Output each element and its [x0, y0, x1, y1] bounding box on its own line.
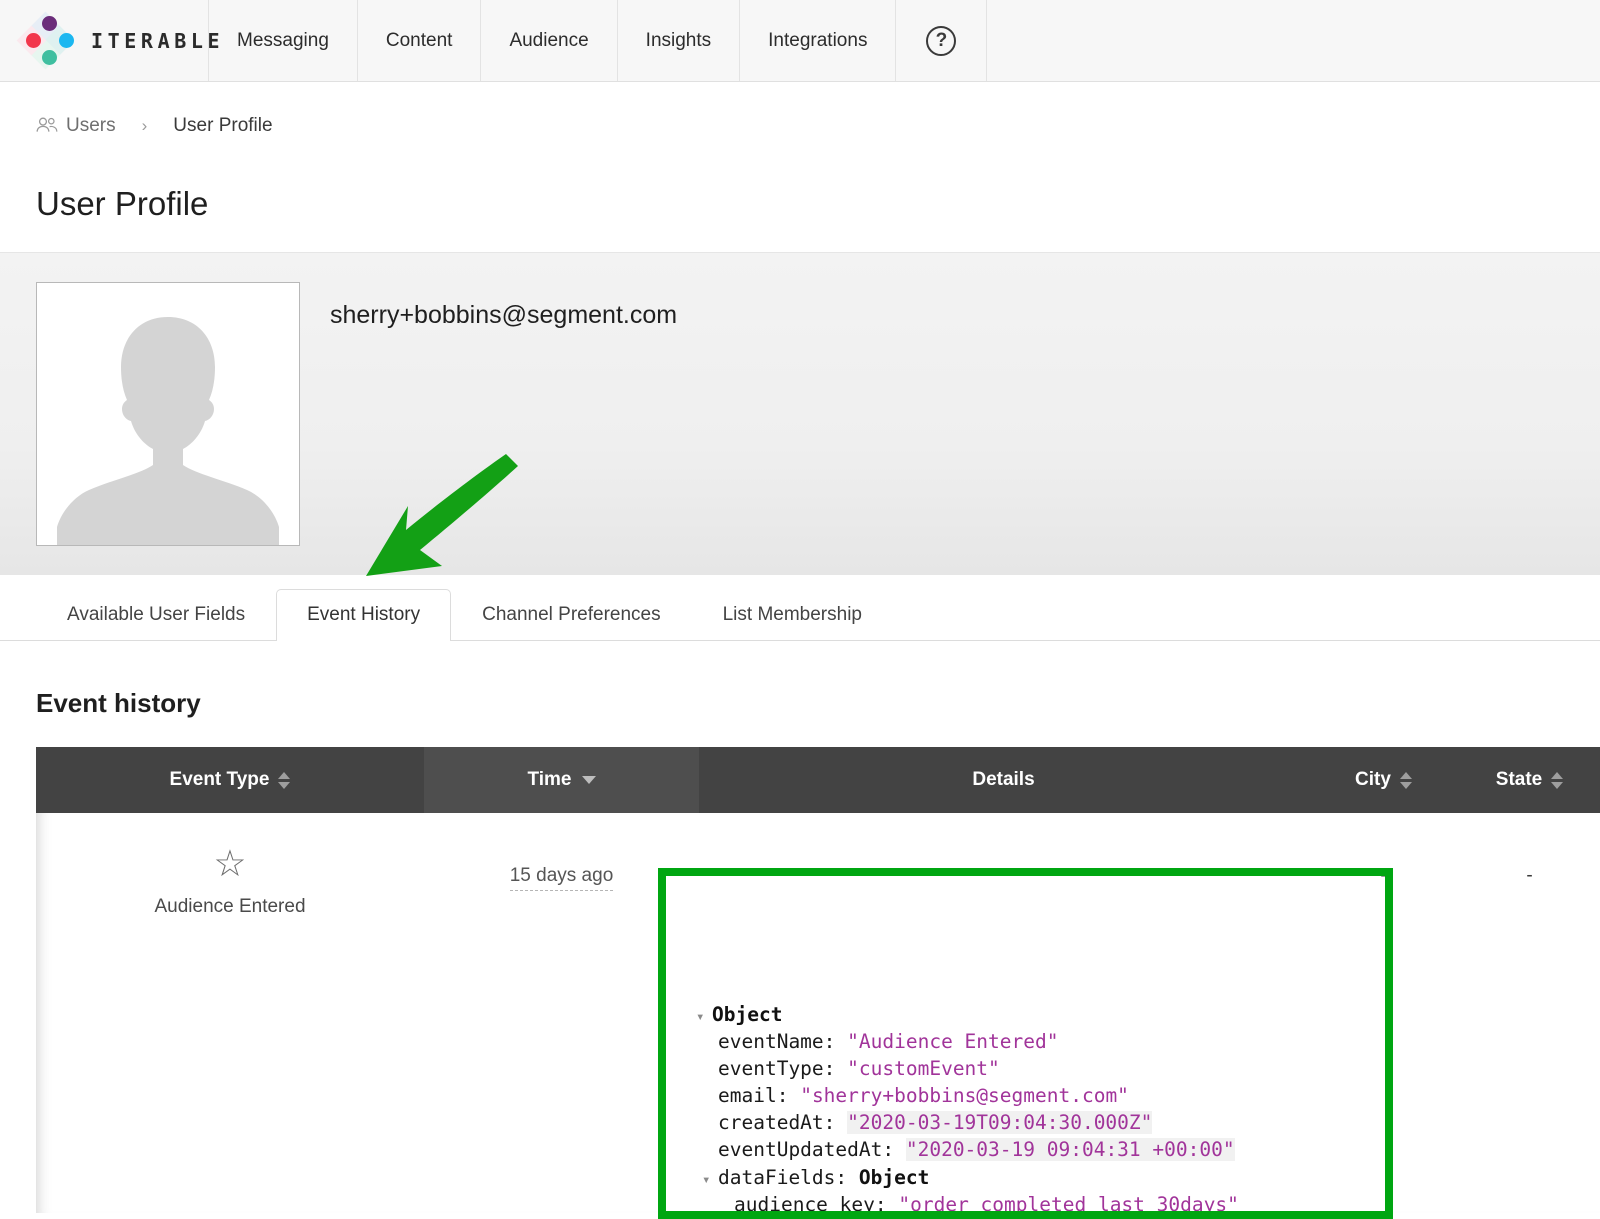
json-line-eventType: eventType: "customEvent"	[696, 1055, 1391, 1082]
nav-label: Audience	[509, 30, 588, 52]
json-root-type: Object	[712, 1003, 782, 1026]
nav-item-audience[interactable]: Audience	[481, 0, 617, 81]
cell-time: 15 days ago	[424, 835, 699, 918]
json-value: Object	[859, 1166, 929, 1189]
tab-label: Channel Preferences	[482, 604, 661, 625]
json-line-createdAt: createdAt: "2020-03-19T09:04:30.000Z"	[696, 1109, 1391, 1136]
nav-item-insights[interactable]: Insights	[618, 0, 740, 81]
cell-state: -	[1459, 835, 1600, 918]
json-line-eventName: eventName: "Audience Entered"	[696, 1028, 1391, 1055]
relative-time-label[interactable]: 15 days ago	[510, 865, 614, 891]
table-header-row: Event Type Time Details City State	[36, 747, 1600, 813]
tab-label: Event History	[307, 604, 420, 625]
triangle-down-icon[interactable]: ▾	[702, 1171, 718, 1190]
column-header-details: Details	[699, 747, 1308, 813]
triangle-down-icon[interactable]: ▾	[696, 1008, 712, 1027]
profile-email: sherry+bobbins@segment.com	[330, 301, 677, 330]
breadcrumb-users-link[interactable]: Users	[66, 115, 116, 137]
avatar	[36, 282, 300, 546]
json-value: "customEvent"	[847, 1057, 1000, 1080]
nav-item-integrations[interactable]: Integrations	[740, 0, 896, 81]
json-value: "2020-03-19T09:04:30.000Z"	[847, 1111, 1152, 1134]
tab-available-user-fields[interactable]: Available User Fields	[36, 589, 276, 640]
json-line-audience-key: audience_key: "order_completed_last_30da…	[696, 1191, 1391, 1218]
column-label: State	[1496, 769, 1542, 791]
cell-details	[699, 835, 1308, 918]
cell-city: -	[1308, 835, 1459, 918]
nav-spacer	[987, 0, 1600, 81]
column-label: Details	[972, 769, 1034, 791]
table-row[interactable]: ☆ Audience Entered 15 days ago - -	[36, 813, 1600, 918]
brand-wordmark: ITERABLE	[91, 29, 224, 53]
cell-event-type: ☆ Audience Entered	[36, 835, 424, 918]
json-key: eventType:	[718, 1057, 835, 1080]
tab-event-history[interactable]: Event History	[276, 589, 451, 641]
column-label: Time	[527, 769, 571, 791]
page-title: User Profile	[36, 185, 1600, 223]
tab-list-membership[interactable]: List Membership	[692, 589, 893, 640]
sort-both-icon[interactable]	[1400, 772, 1412, 789]
iterable-logo[interactable]: ITERABLE	[0, 0, 209, 81]
nav-item-content[interactable]: Content	[358, 0, 482, 81]
iterable-logo-mark-icon	[22, 13, 78, 69]
state-value: -	[1526, 865, 1532, 887]
star-outline-icon: ☆	[213, 845, 246, 882]
column-header-city[interactable]: City	[1308, 747, 1459, 813]
nav-label: Messaging	[237, 30, 329, 52]
json-value: "2020-03-19 09:04:31 +00:00"	[906, 1138, 1235, 1161]
help-question-icon: ?	[926, 26, 956, 56]
help-button[interactable]: ?	[896, 0, 987, 81]
nav-label: Insights	[646, 30, 711, 52]
json-line-dataFields[interactable]: ▾dataFields: Object	[696, 1164, 1391, 1191]
profile-banner: sherry+bobbins@segment.com	[0, 252, 1600, 575]
users-icon	[36, 117, 58, 136]
sort-descending-icon[interactable]	[582, 776, 596, 784]
tab-label: Available User Fields	[67, 604, 245, 625]
json-key: dataFields:	[718, 1166, 847, 1189]
json-line-email: email: "sherry+bobbins@segment.com"	[696, 1082, 1391, 1109]
tab-channel-preferences[interactable]: Channel Preferences	[451, 589, 692, 640]
city-value: -	[1380, 865, 1386, 887]
column-header-time[interactable]: Time	[424, 747, 699, 813]
json-value: "sherry+bobbins@segment.com"	[800, 1084, 1129, 1107]
json-key: email:	[718, 1084, 788, 1107]
sort-both-icon[interactable]	[1551, 772, 1563, 789]
column-header-event-type[interactable]: Event Type	[36, 747, 424, 813]
json-line-eventUpdatedAt: eventUpdatedAt: "2020-03-19 09:04:31 +00…	[696, 1136, 1391, 1163]
breadcrumb: Users › User Profile	[0, 82, 1600, 137]
breadcrumb-separator-icon: ›	[142, 116, 148, 136]
tab-label: List Membership	[723, 604, 862, 625]
nav-label: Integrations	[768, 30, 867, 52]
profile-tabs: Available User Fields Event History Chan…	[0, 575, 1600, 641]
column-header-state[interactable]: State	[1459, 747, 1600, 813]
column-label: Event Type	[170, 769, 270, 791]
nav-label: Content	[386, 30, 453, 52]
details-json-viewer: ▾Object eventName: "Audience Entered" ev…	[658, 959, 1391, 1219]
json-key: eventName:	[718, 1030, 835, 1053]
json-line-root[interactable]: ▾Object	[696, 1001, 1391, 1028]
json-key: audience_key:	[734, 1193, 887, 1216]
json-value: "Audience Entered"	[847, 1030, 1058, 1053]
sort-both-icon[interactable]	[278, 772, 290, 789]
json-value: "order_completed_last_30days"	[898, 1193, 1238, 1216]
event-history-table: Event Type Time Details City State ☆ Aud…	[36, 747, 1600, 1213]
event-type-label: Audience Entered	[154, 896, 305, 918]
json-key: eventUpdatedAt:	[718, 1138, 894, 1161]
json-key: createdAt:	[718, 1111, 835, 1134]
nav-item-messaging[interactable]: Messaging	[209, 0, 358, 81]
breadcrumb-current: User Profile	[173, 115, 272, 137]
column-label: City	[1355, 769, 1391, 791]
table-body: ☆ Audience Entered 15 days ago - - ▾Obje…	[36, 813, 1600, 1213]
top-navigation-bar: ITERABLE Messaging Content Audience Insi…	[0, 0, 1600, 82]
section-title: Event history	[36, 688, 1600, 719]
